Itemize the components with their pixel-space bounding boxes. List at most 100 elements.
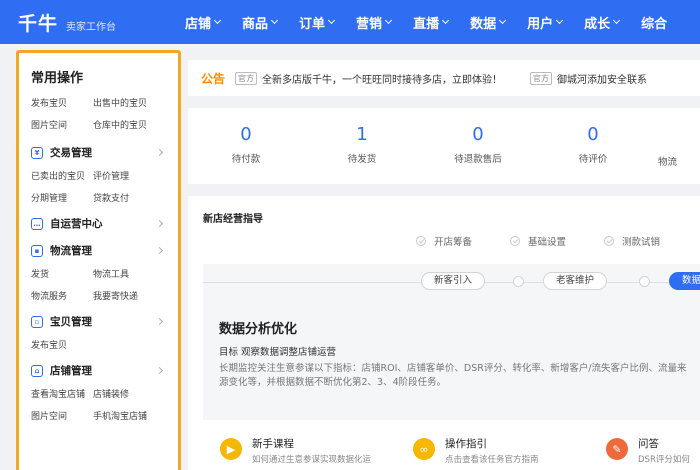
section-shop: ⌂ 店铺管理 查看淘宝店铺 店铺装修 图片空间 手机淘宝店铺 (31, 363, 178, 422)
resource-subtitle: 如何通过生意参谋实现数据化运 (252, 455, 372, 465)
official-tag: 官方 (235, 71, 258, 85)
section-header-shop[interactable]: ⌂ 店铺管理 (31, 363, 178, 378)
nav-label: 成长 (584, 16, 611, 32)
brand-logo[interactable]: 千牛 卖家工作台 (0, 9, 185, 36)
nav-label: 综合 (641, 16, 668, 32)
stat-logistics[interactable]: 物流 (658, 148, 698, 168)
sidebar-link[interactable]: 物流服务 (31, 289, 93, 302)
stat-label: 待评价 (578, 154, 608, 165)
guide-step[interactable]: 开店筹备 (416, 234, 472, 248)
nav-item-orders[interactable]: 订单 (299, 13, 336, 32)
chevron-right-icon (155, 246, 164, 255)
order-stats-panel: 0 待付款 1 待发货 0 待退款售后 0 待评价 物流 (188, 108, 700, 184)
sidebar-link[interactable]: 物流工具 (93, 267, 173, 280)
stat-pending-shipment[interactable]: 1 待发货 (312, 124, 412, 165)
stage-pill-retention[interactable]: 老客维护 (543, 272, 608, 290)
chevron-down-icon (613, 16, 621, 25)
sidebar-link[interactable]: 店铺装修 (93, 387, 173, 400)
resource-title: 新手课程 (252, 438, 294, 450)
sidebar-link[interactable]: 贷款支付 (93, 191, 173, 204)
chevron-down-icon (213, 16, 222, 25)
nav-item-users[interactable]: 用户 (527, 13, 564, 32)
sidebar-link[interactable]: 手机淘宝店铺 (93, 409, 173, 422)
nav-item-live[interactable]: 直播 (413, 13, 450, 32)
section-links: 发布宝贝 (31, 338, 178, 351)
section-header-logistics[interactable]: ▪ 物流管理 (31, 243, 178, 258)
stage-detail-panel: 新客引入 老客维护 数据 数据分析优化 目标 观察数据调整店铺运营 长期监控关注… (203, 264, 700, 420)
stat-pending-payment[interactable]: 0 待付款 (196, 124, 296, 165)
section-title: 宝贝管理 (50, 316, 92, 328)
announcement-title: 公告 (201, 71, 226, 86)
sidebar-link[interactable]: 评价管理 (93, 169, 173, 182)
sidebar-link[interactable]: 图片空间 (31, 409, 93, 422)
nav-label: 直播 (413, 16, 440, 32)
check-circle-icon (416, 236, 426, 246)
section-links: 发货 物流工具 物流服务 我要寄快递 (31, 267, 178, 302)
section-header-self-ops[interactable]: … 自运营中心 (31, 216, 178, 231)
nav-item-data[interactable]: 数据 (470, 13, 507, 32)
sidebar-link[interactable]: 图片空间 (31, 118, 93, 131)
top-navbar: 千牛 卖家工作台 店铺 商品 订单 营销 直播 数据 用户 成长 综合 (0, 0, 700, 44)
announcement-link[interactable]: 御城河添加安全联系 (557, 71, 647, 86)
sidebar-link[interactable]: 发货 (31, 267, 93, 280)
sidebar-link[interactable]: 发布宝贝 (31, 96, 93, 109)
guide-step[interactable]: 测款试销 (604, 234, 660, 248)
stat-value: 0 (472, 124, 484, 145)
sidebar-link[interactable]: 已卖出的宝贝 (31, 169, 93, 182)
section-logistics: ▪ 物流管理 发货 物流工具 物流服务 我要寄快递 (31, 243, 178, 302)
section-header-trade[interactable]: ¥ 交易管理 (31, 145, 178, 160)
logo-subtitle: 卖家工作台 (66, 21, 117, 33)
guide-title: 新店经营指导 (203, 214, 263, 225)
stat-pending-review[interactable]: 0 待评价 (543, 124, 643, 165)
nav-item-goods[interactable]: 商品 (242, 13, 279, 32)
chevron-down-icon (385, 16, 393, 25)
announcement-link[interactable]: 全新多店版千牛，一个旺旺同时接待多店，立即体验！ (262, 71, 502, 86)
resource-subtitle: 点击查看该任务官方指南 (445, 455, 539, 465)
box-icon: ▫ (31, 315, 43, 328)
chat-icon: … (31, 217, 43, 230)
new-shop-guide: 新店经营指导 开店筹备 基础设置 测款试销 新客引入 老客维护 数据 数据分析优… (188, 196, 700, 470)
nav-item-marketing[interactable]: 营销 (356, 13, 393, 32)
pen-icon: ✎ (606, 438, 628, 460)
nav-item-general[interactable]: 综合 (641, 13, 667, 32)
stat-label: 物流 (658, 157, 678, 168)
nav-label: 订单 (299, 16, 326, 32)
chevron-down-icon (499, 16, 507, 25)
nav-item-shop[interactable]: 店铺 (185, 13, 222, 32)
resource-qa[interactable]: ✎ 问答 DSR评分如何 (606, 436, 700, 465)
step-label: 基础设置 (528, 237, 567, 248)
stat-pending-refund[interactable]: 0 待退款售后 (428, 124, 528, 165)
step-label: 开店筹备 (434, 237, 473, 248)
resource-course[interactable]: ▶ 新手课程 如何通过生意参谋实现数据化运 (220, 436, 371, 465)
sidebar-link[interactable]: 我要寄快递 (93, 289, 173, 302)
nav-label: 数据 (470, 16, 497, 32)
section-title: 物流管理 (50, 245, 92, 257)
stage-description: 长期监控关注生意参谋以下指标：店铺ROI、店铺客单价、DSR评分、转化率、新增客… (219, 363, 687, 388)
resource-guide[interactable]: ∞ 操作指引 点击查看该任务官方指南 (413, 436, 558, 465)
chevron-right-icon (155, 148, 164, 157)
nav-item-growth[interactable]: 成长 (584, 13, 621, 32)
section-goods: ▫ 宝贝管理 发布宝贝 (31, 314, 178, 351)
section-header-goods[interactable]: ▫ 宝贝管理 (31, 314, 178, 329)
chevron-down-icon (556, 16, 564, 25)
nav-label: 用户 (527, 16, 554, 32)
stage-pill-new-customers[interactable]: 新客引入 (421, 272, 486, 290)
guide-step[interactable]: 基础设置 (510, 234, 566, 248)
section-self-ops: … 自运营中心 (31, 216, 178, 231)
section-title: 自运营中心 (50, 218, 103, 230)
sidebar-link[interactable]: 发布宝贝 (31, 338, 93, 351)
section-links: 查看淘宝店铺 店铺装修 图片空间 手机淘宝店铺 (31, 387, 178, 422)
sidebar-link[interactable]: 分期管理 (31, 191, 93, 204)
stat-label: 待付款 (231, 154, 261, 165)
stage-pill-data[interactable]: 数据 (669, 272, 700, 290)
announcement-bar: 公告 官方 全新多店版千牛，一个旺旺同时接待多店，立即体验！ 官方 御城河添加安… (188, 60, 700, 96)
nav-label: 商品 (242, 16, 269, 32)
sidebar-link[interactable]: 仓库中的宝贝 (93, 118, 173, 131)
sidebar-title: 常用操作 (31, 71, 84, 86)
stat-value: 0 (240, 124, 252, 145)
resource-title: 操作指引 (445, 438, 487, 450)
sidebar-link[interactable]: 出售中的宝贝 (93, 96, 173, 109)
official-tag: 官方 (530, 71, 553, 85)
check-circle-icon (510, 236, 521, 246)
sidebar-link[interactable]: 查看淘宝店铺 (31, 387, 93, 400)
